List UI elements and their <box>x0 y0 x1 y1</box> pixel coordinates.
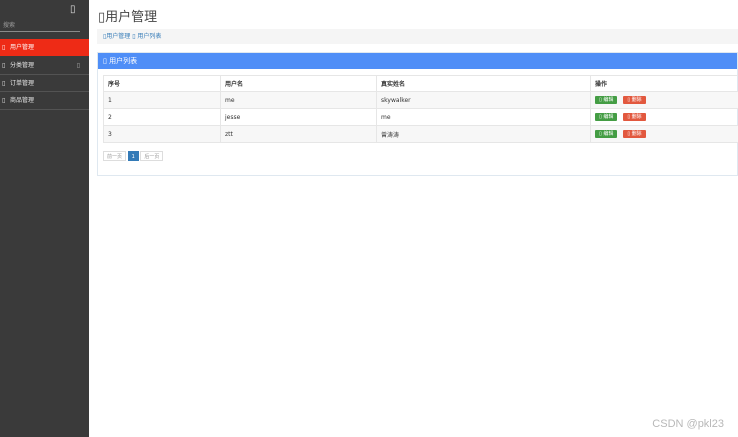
cell-actions: ▯ 编辑 ▯ 删除 <box>590 125 738 143</box>
delete-button[interactable]: ▯ 删除 <box>623 96 646 104</box>
pagination: 前一页 1 后一页 <box>103 151 164 161</box>
column-header-actions: 操作 <box>590 75 738 92</box>
cell-realname: 曾涛涛 <box>376 125 591 143</box>
sidebar-item-category-management[interactable]: ▯ 分类管理 ▯ <box>0 57 89 74</box>
cell-actions: ▯ 编辑 ▯ 删除 <box>590 91 738 109</box>
order-icon: ▯ <box>2 80 6 87</box>
sidebar-item-label: 订单管理 <box>10 80 35 87</box>
category-icon: ▯ <box>2 62 6 69</box>
cell-username: me <box>220 91 377 109</box>
prev-page-button[interactable]: 前一页 <box>103 151 127 161</box>
user-icon: ▯ <box>2 44 6 51</box>
delete-button[interactable]: ▯ 删除 <box>623 130 646 138</box>
main-content: ▯用户管理 ▯用户管理 ▯ 用户列表 ▯ 用户列表 序号 用户名 真实姓名 操作… <box>89 0 738 437</box>
current-page-button[interactable]: 1 <box>127 151 139 161</box>
watermark: CSDN @pkl23 <box>652 418 724 430</box>
page-title: ▯用户管理 <box>98 10 158 25</box>
divider <box>0 109 89 110</box>
sidebar-item-label: 用户管理 <box>10 44 35 51</box>
table-header-row: 序号 用户名 真实姓名 操作 <box>103 75 738 92</box>
cell-index: 2 <box>103 108 221 126</box>
panel-title: ▯ 用户列表 <box>98 53 737 69</box>
breadcrumb[interactable]: ▯用户管理 ▯ 用户列表 <box>97 29 738 44</box>
chevron-icon: ▯ <box>76 62 80 69</box>
cell-index: 3 <box>103 125 221 143</box>
cell-actions: ▯ 编辑 ▯ 删除 <box>590 108 738 126</box>
column-header-index: 序号 <box>103 75 221 92</box>
product-icon: ▯ <box>2 97 6 104</box>
sidebar-item-label: 商品管理 <box>10 97 35 104</box>
table-row: 2 jesse me ▯ 编辑 ▯ 删除 <box>103 108 738 126</box>
cell-realname: skywalker <box>376 91 591 109</box>
cell-realname: me <box>376 108 591 126</box>
sidebar-item-product-management[interactable]: ▯ 商品管理 <box>0 92 89 109</box>
search-input[interactable]: 搜索 <box>3 20 15 29</box>
edit-button[interactable]: ▯ 编辑 <box>595 96 618 104</box>
cell-username: jesse <box>220 108 377 126</box>
sidebar-item-order-management[interactable]: ▯ 订单管理 <box>0 75 89 92</box>
delete-button[interactable]: ▯ 删除 <box>623 113 646 121</box>
user-list-panel: ▯ 用户列表 序号 用户名 真实姓名 操作 1 me skywalker ▯ 编… <box>97 52 738 176</box>
sidebar-item-label: 分类管理 <box>10 62 35 69</box>
table-row: 3 ztt 曾涛涛 ▯ 编辑 ▯ 删除 <box>103 125 738 143</box>
edit-button[interactable]: ▯ 编辑 <box>595 113 618 121</box>
user-table: 序号 用户名 真实姓名 操作 1 me skywalker ▯ 编辑 ▯ 删除 2 <box>103 75 738 143</box>
cell-username: ztt <box>220 125 377 143</box>
table-row: 1 me skywalker ▯ 编辑 ▯ 删除 <box>103 91 738 109</box>
next-page-button[interactable]: 后一页 <box>140 151 164 161</box>
edit-button[interactable]: ▯ 编辑 <box>595 130 618 138</box>
sidebar: ▯ 搜索 ▯ 用户管理 ▯ 分类管理 ▯ ▯ 订单管理 ▯ 商品管理 <box>0 0 89 437</box>
search-underline <box>0 31 80 32</box>
sidebar-item-user-management[interactable]: ▯ 用户管理 <box>0 39 89 56</box>
column-header-username: 用户名 <box>220 75 377 92</box>
menu-toggle-icon[interactable]: ▯ <box>70 4 76 15</box>
column-header-realname: 真实姓名 <box>376 75 591 92</box>
cell-index: 1 <box>103 91 221 109</box>
